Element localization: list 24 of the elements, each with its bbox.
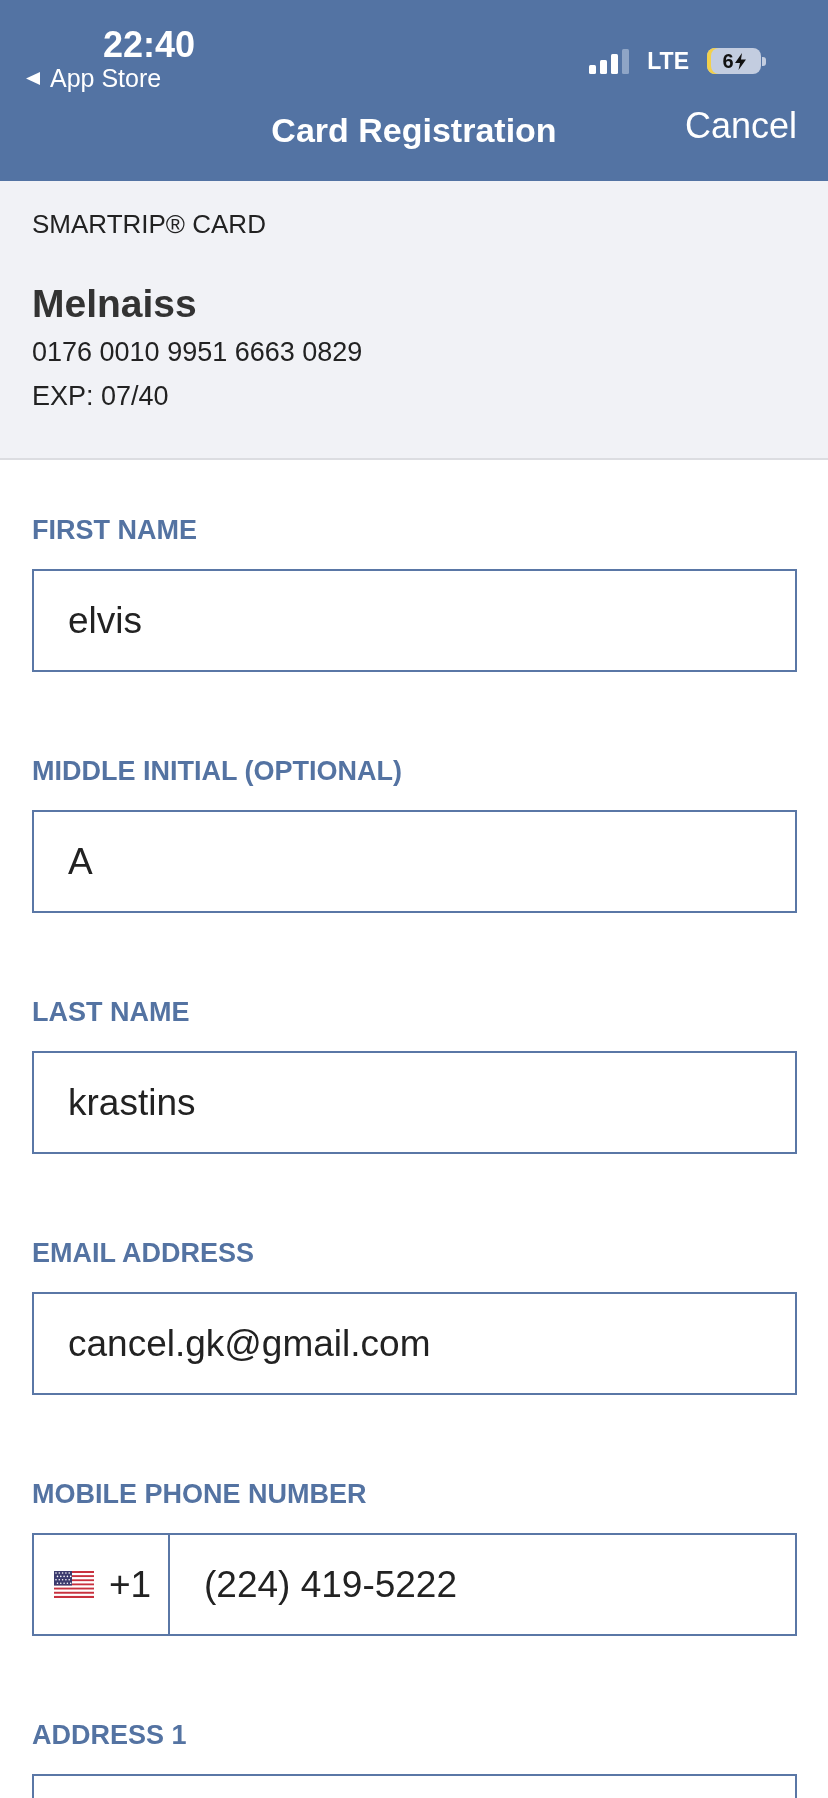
field-label: LAST NAME [32, 996, 190, 1028]
text-input-field[interactable]: krastins [32, 1051, 797, 1154]
phone-field[interactable]: +1 (224) 419-5222 [32, 1533, 797, 1636]
field-label: MIDDLE INITIAL (OPTIONAL) [32, 755, 402, 787]
battery-percent: 6 [722, 50, 734, 72]
signal-icon [589, 48, 630, 74]
text-input-field[interactable]: elvis [32, 569, 797, 672]
cancel-button[interactable]: Cancel [684, 106, 797, 146]
card-number: 0176 0010 9951 6663 0829 [32, 336, 363, 369]
back-to-app-button[interactable]: App Store [26, 64, 162, 92]
field-label: FIRST NAME [32, 514, 197, 546]
screen-title: Card Registration [271, 110, 557, 150]
card-name: Melnaiss [32, 281, 197, 327]
flag-icon [54, 1571, 94, 1598]
field-label: EMAIL ADDRESS [32, 1237, 255, 1269]
field-label: MOBILE PHONE NUMBER [32, 1478, 367, 1510]
field-label: ADDRESS 1 [32, 1719, 187, 1751]
network-type: LTE [647, 48, 689, 74]
text-input-field[interactable]: A [32, 810, 797, 913]
text-input-field[interactable]: cancel.gk@gmail.com [32, 1292, 797, 1395]
card-type-label: SMARTRIP® CARD [32, 208, 266, 240]
status-time: 22:40 [103, 26, 196, 64]
card-expiry: EXP: 07/40 [32, 380, 169, 413]
back-arrow-icon [26, 71, 40, 85]
